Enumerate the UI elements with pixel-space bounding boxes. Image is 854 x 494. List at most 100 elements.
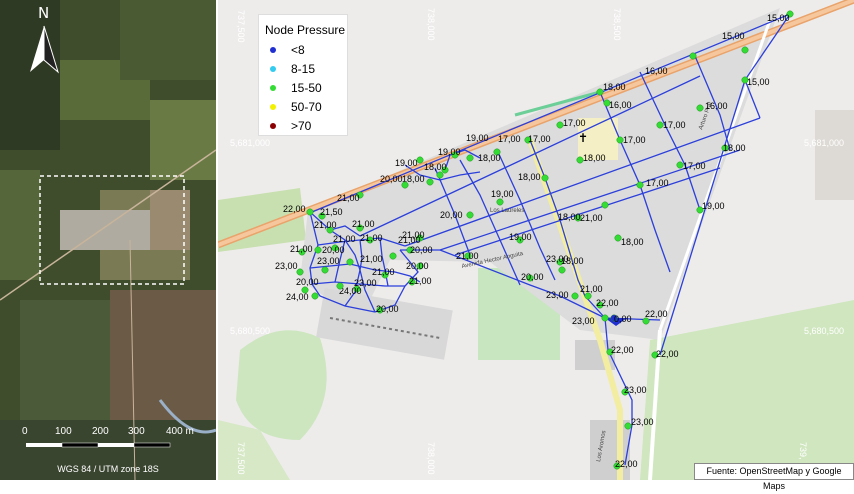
node-pressure-label: 22,00 (283, 204, 306, 214)
junction-node (401, 181, 409, 189)
node-pressure-label: 21,00 (398, 235, 421, 245)
node-pressure-label: 19,00 (466, 133, 489, 143)
node-pressure-label: 20,00 (521, 272, 544, 282)
junction-node (416, 156, 424, 164)
grid-label-right-1: 5,681,000 (804, 138, 844, 148)
legend-item: >70 (267, 119, 347, 133)
node-pressure-label: 19,00 (491, 189, 514, 199)
legend-swatch (270, 47, 276, 53)
node-pressure-label: 0,00 (614, 314, 632, 324)
node-pressure-label: 18,00 (723, 143, 746, 153)
legend-item-label: >70 (291, 119, 312, 133)
node-pressure-label: 21,00 (580, 284, 603, 294)
junction-node (296, 268, 304, 276)
node-pressure-label: 17,00 (563, 118, 586, 128)
grid-label-bottom-2: 738,000 (426, 442, 436, 475)
node-pressure-label: 22,00 (615, 459, 638, 469)
junction-node (689, 52, 697, 60)
node-pressure-label: 20,00 (296, 277, 319, 287)
grid-label-left-1: 5,681,000 (230, 138, 270, 148)
legend-item-label: <8 (291, 43, 305, 57)
node-pressure-label: 23,00 (317, 256, 340, 266)
legend-swatch (270, 104, 276, 110)
node-pressure-label: 21,00 (290, 244, 313, 254)
node-pressure-label: 18,00 (561, 256, 584, 266)
church-icon: ✝ (578, 131, 588, 145)
node-pressure-label: 21,00 (352, 219, 375, 229)
junction-node (601, 314, 609, 322)
node-pressure-label: 17,00 (683, 161, 706, 171)
grid-label-top-2: 738,000 (426, 8, 436, 41)
node-pressure-label: 16,00 (705, 101, 728, 111)
node-pressure-label: 21,00 (456, 251, 479, 261)
overview-map: N 0 100 200 300 400 m WGS 84 / UTM zone … (0, 0, 216, 480)
scale-tick-300: 300 (128, 426, 145, 437)
node-pressure-label: 21,50 (320, 207, 343, 217)
node-pressure-label: 21,00 (360, 233, 383, 243)
green-area (236, 330, 327, 440)
node-pressure-label: 22,00 (596, 298, 619, 308)
node-pressure-label: 21,00 (580, 213, 603, 223)
node-pressure-label: 17,00 (528, 134, 551, 144)
node-pressure-label: 16,00 (609, 100, 632, 110)
junction-node (558, 266, 566, 274)
node-pressure-label: 23,00 (631, 417, 654, 427)
junction-node (436, 171, 444, 179)
node-pressure-label: 18,00 (621, 237, 644, 247)
scale-tick-400: 400 m (166, 426, 194, 437)
source-attribution: Fuente: OpenStreetMap y Google Maps (694, 463, 854, 491)
junction-node (346, 258, 354, 266)
junction-node (741, 46, 749, 54)
node-pressure-label: 17,00 (498, 134, 521, 144)
node-pressure-label: 24,00 (286, 292, 309, 302)
scale-bar (26, 442, 171, 448)
crs-label: WGS 84 / UTM zone 18S (57, 464, 159, 474)
node-pressure-label: 22,00 (656, 349, 679, 359)
node-pressure-label: 22,00 (611, 345, 634, 355)
junction-node (601, 201, 609, 209)
junction-node (336, 282, 344, 290)
node-pressure-label: 20,00 (380, 174, 403, 184)
node-pressure-label: 21,00 (409, 276, 432, 286)
legend-item: 50-70 (267, 100, 347, 114)
node-pressure-label: 19,00 (438, 147, 461, 157)
node-pressure-label: 21,00 (314, 220, 337, 230)
scale-ticks: 0 100 200 300 400 m (0, 426, 216, 442)
junction-node (314, 246, 322, 254)
node-pressure-label: 18,00 (558, 212, 581, 222)
node-pressure-label: 20,00 (410, 245, 433, 255)
node-pressure-label: 20,00 (322, 245, 345, 255)
legend-item: 15-50 (267, 81, 347, 95)
junction-node (496, 198, 504, 206)
legend-swatch (270, 85, 276, 91)
legend-item: <8 (267, 43, 347, 57)
node-pressure-label: 19,00 (509, 232, 532, 242)
node-pressure-label: 18,00 (603, 82, 626, 92)
grid-label-left-2: 5,680,500 (230, 326, 270, 336)
grid-label-top-1: 737,500 (236, 10, 246, 43)
junction-node (311, 292, 319, 300)
grid-label-bottom-3: 739, (798, 442, 808, 460)
node-pressure-label: 23,00 (275, 261, 298, 271)
node-pressure-label: 18,00 (583, 153, 606, 163)
junction-node (389, 252, 397, 260)
satellite-image (0, 0, 216, 480)
node-pressure-label: 15,00 (722, 31, 745, 41)
node-pressure-label: 17,00 (663, 120, 686, 130)
junction-node (636, 181, 644, 189)
node-pressure-label: 21,00 (337, 193, 360, 203)
node-pressure-label: 18,00 (478, 153, 501, 163)
scale-tick-100: 100 (55, 426, 72, 437)
node-pressure-label: 18,00 (424, 162, 447, 172)
street-label-laureles: Los Laureles (490, 208, 524, 214)
grid-label-right-2: 5,680,500 (804, 326, 844, 336)
node-pressure-label: 21,00 (333, 234, 356, 244)
junction-node (466, 211, 474, 219)
node-pressure-label: 15,00 (747, 77, 770, 87)
junction-node (466, 154, 474, 162)
node-pressure-label: 23,00 (546, 290, 569, 300)
node-pressure-label: 19,00 (702, 201, 725, 211)
node-pressure-label: 21,00 (372, 267, 395, 277)
node-pressure-label: 15,00 (767, 13, 790, 23)
node-pressure-label: 20,00 (406, 261, 429, 271)
